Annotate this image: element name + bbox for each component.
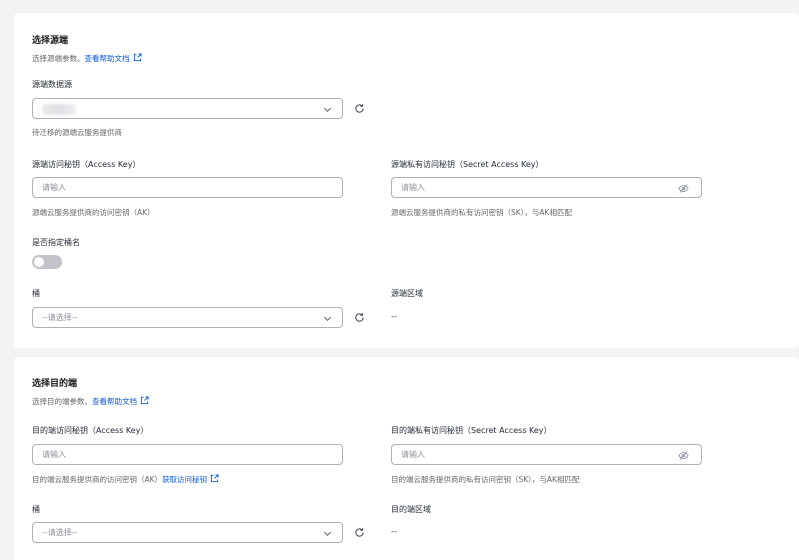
toggle-knob — [34, 257, 44, 267]
specify-bucket-label: 是否指定桶名 — [32, 238, 80, 247]
source-sk-hint: 源端云服务提供商的私有访问密钥（SK），与AK相匹配 — [391, 208, 572, 217]
refresh-icon[interactable] — [354, 103, 365, 114]
target-help-link[interactable]: 查看帮助文档 — [92, 397, 137, 406]
target-region-value: -- — [391, 527, 397, 536]
source-sk-input[interactable]: 请输入 — [391, 177, 702, 198]
source-description: 选择源端参数。查看帮助文档 — [32, 53, 142, 64]
source-section: 选择源端 选择源端参数。查看帮助文档 源端数据源 待迁移的源端云服务提供商 源端… — [14, 13, 799, 348]
source-region-value: -- — [391, 312, 397, 321]
source-datasource-select[interactable] — [32, 98, 343, 119]
external-link-icon[interactable] — [133, 53, 142, 62]
source-ak-label: 源端访问秘钥（Access Key） — [32, 160, 141, 169]
source-ak-hint: 源端云服务提供商的访问密钥（AK） — [32, 208, 155, 217]
target-sk-hint: 目的端云服务提供商的私有访问密钥（SK），与AK相匹配 — [391, 475, 580, 484]
specify-bucket-toggle[interactable] — [32, 255, 62, 269]
source-ak-input[interactable]: 请输入 — [32, 177, 343, 198]
external-link-icon[interactable] — [140, 396, 149, 405]
target-ak-input[interactable]: 请输入 — [32, 444, 343, 465]
target-sk-input[interactable]: 请输入 — [391, 444, 702, 465]
target-sk-label: 目的端私有访问秘钥（Secret Access Key） — [391, 426, 552, 435]
external-link-icon[interactable] — [210, 474, 219, 483]
target-ak-hint-text: 目的端云服务提供商的访问密钥（AK） — [32, 475, 163, 484]
source-help-link[interactable]: 查看帮助文档 — [85, 54, 130, 63]
refresh-icon[interactable] — [354, 527, 365, 538]
source-sk-label: 源端私有访问秘钥（Secret Access Key） — [391, 160, 544, 169]
source-bucket-label: 桶 — [32, 289, 40, 298]
refresh-icon[interactable] — [354, 312, 365, 323]
target-ak-placeholder: 请输入 — [42, 450, 66, 459]
source-ak-placeholder: 请输入 — [42, 183, 66, 192]
source-datasource-hint: 待迁移的源端云服务提供商 — [32, 128, 122, 137]
target-title: 选择目的端 — [32, 379, 78, 389]
target-ak-hint: 目的端云服务提供商的访问密钥（AK）获取访问秘钥 — [32, 474, 219, 485]
target-bucket-placeholder: --请选择-- — [42, 528, 78, 537]
target-section: 选择目的端 选择目的端参数。查看帮助文档 目的端访问秘钥（Access Key）… — [14, 357, 799, 560]
source-bucket-select[interactable]: --请选择-- — [32, 307, 343, 328]
chevron-down-icon — [323, 314, 332, 323]
eye-hidden-icon[interactable] — [678, 183, 689, 194]
target-description: 选择目的端参数。查看帮助文档 — [32, 396, 149, 407]
chevron-down-icon — [323, 105, 332, 114]
source-datasource-value — [42, 104, 76, 115]
source-datasource-label: 源端数据源 — [32, 80, 72, 89]
target-bucket-label: 桶 — [32, 505, 40, 514]
target-desc-text: 选择目的端参数。 — [32, 397, 92, 406]
target-ak-label: 目的端访问秘钥（Access Key） — [32, 426, 149, 435]
source-desc-text: 选择源端参数。 — [32, 54, 85, 63]
eye-hidden-icon[interactable] — [678, 450, 689, 461]
target-sk-placeholder: 请输入 — [401, 450, 425, 459]
source-title: 选择源端 — [32, 36, 69, 46]
source-bucket-placeholder: --请选择-- — [42, 313, 78, 322]
chevron-down-icon — [323, 529, 332, 538]
source-region-label: 源端区域 — [391, 289, 423, 298]
target-bucket-select[interactable]: --请选择-- — [32, 522, 343, 543]
get-access-key-link[interactable]: 获取访问秘钥 — [162, 475, 207, 484]
target-region-label: 目的端区域 — [391, 505, 431, 514]
source-sk-placeholder: 请输入 — [401, 183, 425, 192]
